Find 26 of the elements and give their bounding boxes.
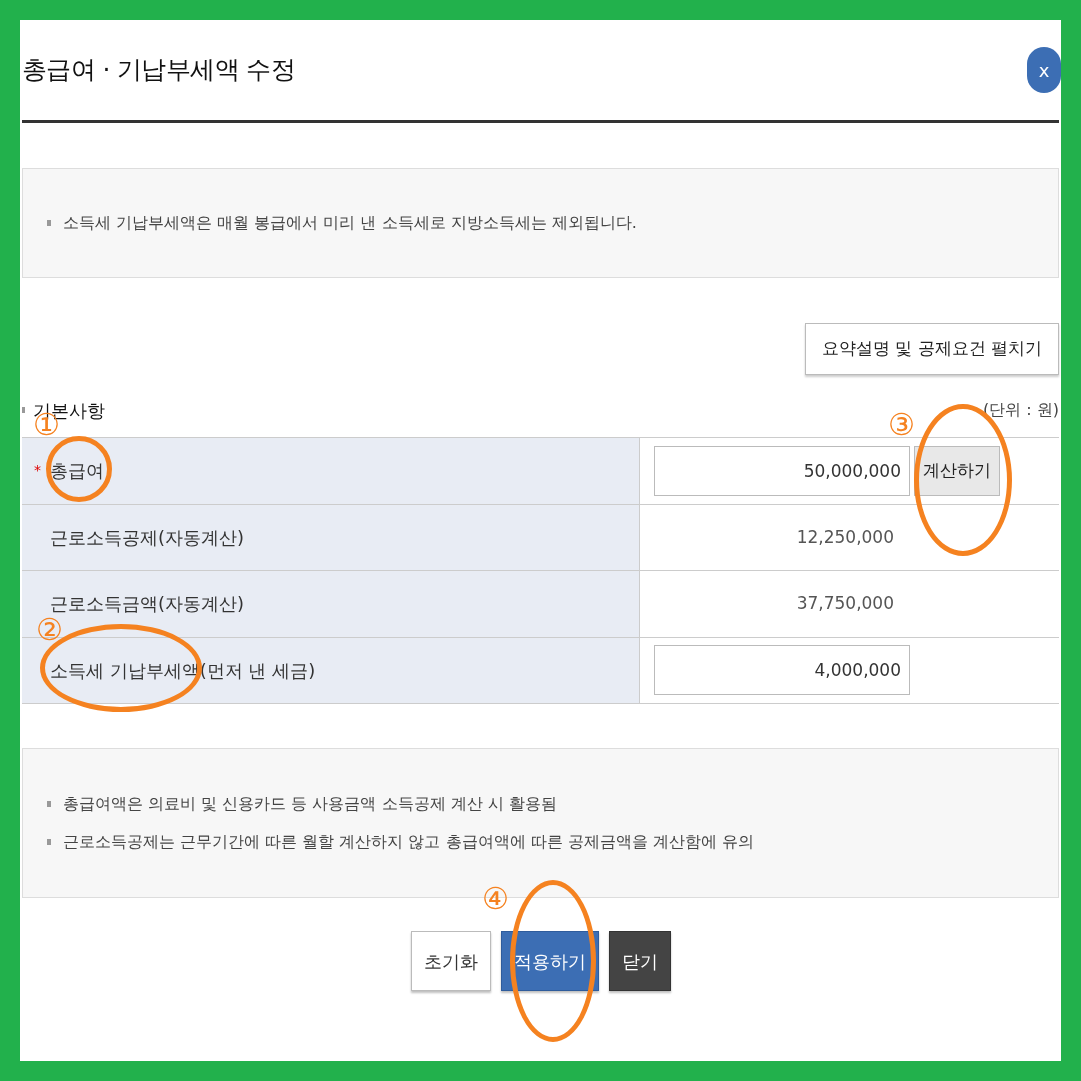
row-label: 총급여 xyxy=(50,459,104,484)
note-text: 총급여액은 의료비 및 신용카드 등 사용금액 소득공제 계산 시 활용됨 xyxy=(63,793,557,815)
row-label: 근로소득공제(자동계산) xyxy=(50,525,245,550)
notice-text: 소득세 기납부세액은 매월 봉급에서 미리 낸 소득세로 지방소득세는 제외됩니다. xyxy=(63,212,637,234)
note-text: 근로소득공제는 근무기간에 따른 월할 계산하지 않고 총급여액에 따른 공제금액을 계산함에 유의 xyxy=(63,831,754,853)
close-button[interactable]: x xyxy=(1027,47,1061,93)
window-title: 총급여 · 기납부세액 수정 xyxy=(22,54,296,87)
apply-button[interactable]: 적용하기 xyxy=(500,931,599,991)
close-dialog-button[interactable]: 닫기 xyxy=(608,931,671,991)
amount-text: 37,750,000 xyxy=(795,592,894,615)
unit-label: (단위 : 원) xyxy=(982,399,1059,421)
reset-button[interactable]: 초기화 xyxy=(410,931,491,991)
amount-field[interactable]: 4,000,000 xyxy=(654,645,910,696)
annotation-number: ③ xyxy=(888,410,915,440)
expand-button[interactable]: 요약설명 및 공제요건 펼치기 xyxy=(804,323,1059,375)
amount-field[interactable]: 50,000,000 xyxy=(654,445,910,496)
highlight-ellipse xyxy=(46,436,112,502)
required-mark: * xyxy=(34,461,41,481)
row-label: 근로소득금액(자동계산) xyxy=(50,592,245,617)
amount-text: 12,250,000 xyxy=(795,525,894,549)
annotation-number: ④ xyxy=(482,884,509,914)
bullet-icon xyxy=(47,220,51,226)
bullet-icon xyxy=(47,801,51,807)
bullet-icon xyxy=(47,839,51,845)
annotation-number: ② xyxy=(36,615,63,645)
calculate-button[interactable]: 계산하기 xyxy=(914,445,1000,496)
